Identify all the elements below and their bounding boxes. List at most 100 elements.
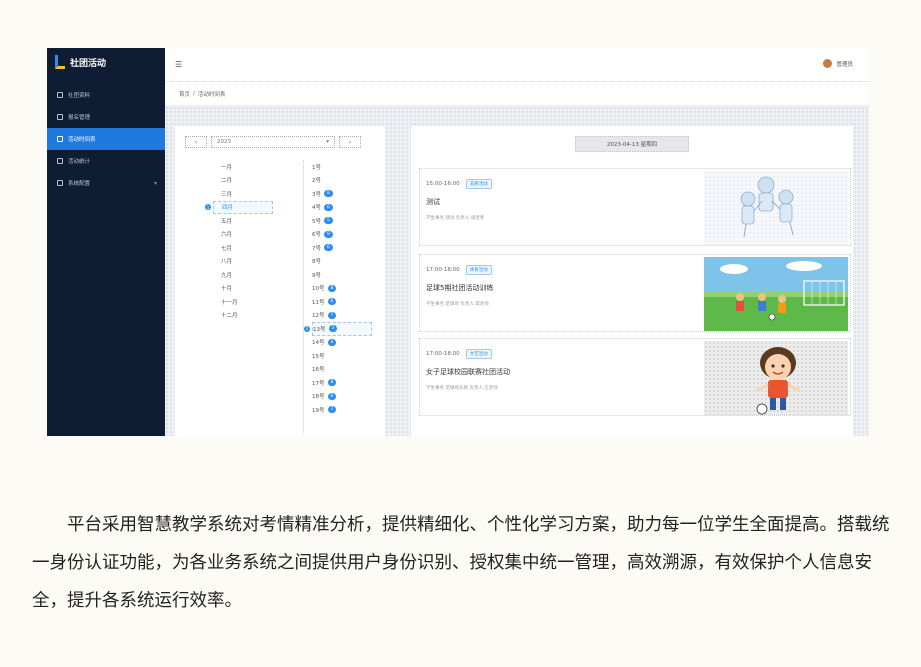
event-image-girl-soccer [704,341,848,415]
month-item[interactable]: 七月 [213,241,273,255]
month-item[interactable]: 三月 [213,187,273,201]
day-item[interactable]: 12号 7 [312,309,372,323]
breadcrumb-current: 活动时间表 [197,91,226,98]
sidebar-item-club-info[interactable]: 社团资料 [47,84,165,106]
day-label: 17号 [312,380,325,387]
day-label: 2号 [312,178,321,185]
selected-date-header: 2023-04-13 星期四 [575,136,689,152]
breadcrumb-home[interactable]: 首页 [179,90,190,98]
event-time-row: 17:00-18:00 体育活动 [426,265,492,275]
day-label: 15号 [312,353,325,360]
sidebar: 社团活动 社团资料 报名管理 活动时间表 活动统计 系统配置 ▾ [47,48,165,436]
event-time-row: 17:00-18:00 文艺活动 [426,349,492,359]
event-card[interactable]: 17:00-18:00 文艺活动 女子足球校园联赛社团活动 学生事务 足球场东侧… [419,338,851,416]
month-item[interactable]: 二月 [213,174,273,188]
day-event-count-badge: 3 [328,325,338,333]
event-time: 17:00-18:00 [426,351,460,357]
month-item[interactable]: 十月 [213,282,273,296]
caption-text: 平台采用智慧教学系统对考情精准分析，提供精细化、个性化学习方案，助力每一位学生全… [32,506,892,620]
day-event-count-badge: 8 [327,284,337,292]
sidebar-item-statistics[interactable]: 活动统计 [47,150,165,172]
sidebar-item-label: 系统配置 [68,181,91,187]
month-label: 一月 [221,164,233,171]
day-label: 7号 [312,245,321,252]
day-event-count-badge: 7 [327,406,337,414]
day-label: 14号 [312,340,325,347]
sidebar-item-label: 活动时间表 [68,137,96,143]
event-card[interactable]: 17:00-18:00 体育活动 足球5期社团活动训练 学生事务 足球场 负责人… [419,254,851,332]
day-event-count-badge: 6 [327,298,337,306]
sidebar-item-settings[interactable]: 系统配置 ▾ [47,172,165,194]
event-title: 足球5期社团活动训练 [426,284,494,292]
top-bar: ☰ 管理员 [165,48,869,82]
day-item[interactable]: 8号 [312,255,372,269]
day-item[interactable]: 15号 [312,349,372,363]
prev-year-button[interactable]: ‹ [185,136,207,148]
sidebar-menu: 社团资料 报名管理 活动时间表 活动统计 系统配置 ▾ [47,84,165,194]
breadcrumb-separator: / [193,90,195,97]
month-item[interactable]: 十一月 [213,295,273,309]
month-item[interactable]: 1 四月 [205,200,273,214]
month-item[interactable]: 十二月 [213,309,273,323]
menu-fold-icon[interactable]: ☰ [175,60,182,69]
day-item[interactable]: 1号 [312,160,372,174]
event-card[interactable]: 15:00-16:00 志愿活动 测试 学生事务 测试 负责人:张老师 [419,168,851,246]
day-event-count-badge: 6 [324,203,333,211]
day-label: 18号 [312,394,325,401]
month-label: 八月 [221,259,233,266]
calendar-panel: ‹ 2023 ▾ › 一月 二月 三月 1 四月 五月 六月 七月 八月 九月 十月 十一月 十二月 1… [175,126,385,436]
day-item[interactable]: 19号 7 [312,403,372,417]
logo[interactable]: 社团活动 [47,48,165,76]
day-item[interactable]: 14号 4 [312,336,372,350]
month-label: 四月 [222,205,234,212]
day-item[interactable]: 4号 6 [312,201,372,215]
month-item[interactable]: 九月 [213,268,273,282]
month-item[interactable]: 五月 [213,214,273,228]
event-meta: 学生事务 足球场 负责人:李老师 [426,302,489,307]
day-selected-marker: 1 [304,325,310,332]
month-label: 十月 [221,286,233,293]
event-time-row: 15:00-16:00 志愿活动 [426,179,492,189]
day-item[interactable]: 18号 6 [312,390,372,404]
day-item[interactable]: 11号 6 [312,295,372,309]
event-title: 测试 [426,198,440,206]
sidebar-item-label: 活动统计 [68,159,91,165]
event-tag: 文艺活动 [465,349,492,359]
day-label: 10号 [312,286,325,293]
next-year-button[interactable]: › [339,136,361,148]
day-item[interactable]: 2号 [312,174,372,188]
day-label: 16号 [312,367,325,374]
sidebar-item-schedule[interactable]: 活动时间表 [47,128,165,150]
month-list: 一月二月 三月 1 四月 五月 六月 七月八月九月十月十一月 十二月 [205,160,273,323]
chart-icon [57,158,63,164]
column-divider [303,160,304,434]
day-event-count-badge: 6 [327,392,337,400]
settings-icon [57,180,63,186]
day-event-count-badge: 7 [327,311,337,319]
day-label: 5号 [312,218,321,225]
day-item[interactable]: 16号 [312,363,372,377]
event-image-volunteers [704,171,848,245]
day-item[interactable]: 10号 8 [312,282,372,296]
day-event-count-badge: 8 [327,379,337,387]
month-item[interactable]: 六月 [213,228,273,242]
day-item[interactable]: 17号 8 [312,376,372,390]
day-item[interactable]: 6号 9 [312,228,372,242]
month-item[interactable]: 一月 [213,160,273,174]
month-item[interactable]: 八月 [213,255,273,269]
year-value: 2023 [217,139,231,145]
year-select[interactable]: 2023 ▾ [211,136,335,148]
day-item[interactable]: 5号 5 [312,214,372,228]
day-label: 1号 [312,164,321,171]
day-item[interactable]: 3号 8 [312,187,372,201]
day-event-count-badge: 5 [324,217,333,225]
caption-paragraph: 平台采用智慧教学系统对考情精准分析，提供精细化、个性化学习方案，助力每一位学生全… [32,515,890,611]
day-item[interactable]: 9号 [312,268,372,282]
sidebar-item-registration[interactable]: 报名管理 [47,106,165,128]
user-menu[interactable]: 管理员 [823,59,853,68]
day-item[interactable]: 1 13号 3 [304,322,372,336]
day-item[interactable]: 7号 6 [312,241,372,255]
day-label: 4号 [312,205,321,212]
day-label: 3号 [312,191,321,198]
day-label: 9号 [312,272,321,279]
